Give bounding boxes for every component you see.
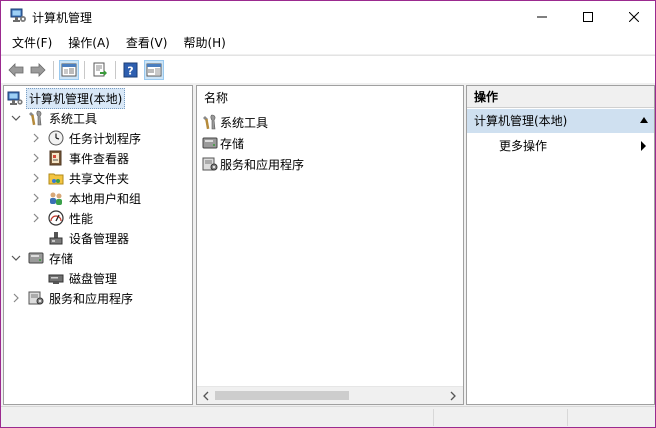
tree-item-label: 存储 bbox=[49, 251, 74, 266]
chevron-right-icon[interactable] bbox=[31, 213, 41, 223]
back-arrow-icon bbox=[8, 63, 24, 77]
chevron-right-icon[interactable] bbox=[31, 153, 41, 163]
list-item-label: 系统工具 bbox=[220, 115, 269, 130]
actions-section-title: 计算机管理(本地) bbox=[474, 114, 568, 128]
services-applications-icon bbox=[202, 156, 218, 172]
tree-root-label: 计算机管理(本地) bbox=[26, 87, 126, 109]
toolbar-separator bbox=[115, 61, 116, 79]
console-tree-pane[interactable]: 计算机管理(本地) 系统工具 任务计划程序 事件查看器 共享文件夹 本地用户和组… bbox=[3, 85, 193, 405]
menu-bar: 文件(F) 操作(A) 查看(V) 帮助(H) bbox=[1, 32, 655, 54]
device-manager-icon bbox=[48, 230, 64, 246]
scroll-left-icon[interactable] bbox=[200, 390, 212, 402]
tree-item-task-scheduler[interactable]: 任务计划程序 bbox=[31, 128, 219, 148]
help-icon: ? bbox=[123, 62, 138, 78]
tree-item-label: 事件查看器 bbox=[69, 151, 130, 166]
performance-icon bbox=[48, 210, 64, 226]
clock-icon bbox=[48, 130, 64, 146]
window-title: 计算机管理 bbox=[32, 11, 93, 25]
title-bar: 计算机管理 bbox=[1, 1, 655, 32]
show-hide-action-pane-button[interactable] bbox=[144, 60, 164, 80]
system-tools-icon bbox=[202, 114, 218, 130]
status-cell bbox=[433, 409, 567, 426]
menu-file[interactable]: 文件(F) bbox=[6, 32, 58, 54]
list-item-label: 存储 bbox=[220, 136, 245, 151]
menu-help[interactable]: 帮助(H) bbox=[177, 32, 231, 54]
computer-management-icon bbox=[7, 90, 23, 106]
chevron-right-icon[interactable] bbox=[31, 193, 41, 203]
tree-item-label: 任务计划程序 bbox=[69, 131, 142, 146]
tree-item-label: 系统工具 bbox=[49, 111, 98, 126]
tree-item-label: 本地用户和组 bbox=[69, 191, 142, 206]
menu-action[interactable]: 操作(A) bbox=[62, 32, 116, 54]
results-list-pane[interactable]: 名称 系统工具 存储 服务和应用程序 bbox=[196, 85, 464, 405]
storage-icon bbox=[202, 135, 218, 151]
scroll-right-icon[interactable] bbox=[447, 390, 459, 402]
show-hide-action-pane-icon bbox=[146, 63, 162, 77]
system-tools-icon bbox=[28, 110, 44, 126]
tree-item-services-applications[interactable]: 服务和应用程序 bbox=[11, 288, 199, 308]
tree-item-storage[interactable]: 存储 bbox=[11, 248, 199, 268]
computer-management-icon bbox=[10, 8, 27, 24]
chevron-down-icon[interactable] bbox=[11, 113, 21, 123]
tree-item-performance[interactable]: 性能 bbox=[31, 208, 219, 228]
submenu-arrow-icon[interactable] bbox=[641, 141, 646, 151]
status-cell bbox=[567, 409, 655, 426]
tree-item-label: 设备管理器 bbox=[69, 231, 130, 246]
collapse-up-icon[interactable] bbox=[640, 117, 648, 123]
tree-item-shared-folders[interactable]: 共享文件夹 bbox=[31, 168, 219, 188]
minimize-button[interactable] bbox=[519, 1, 565, 32]
forward-arrow-icon bbox=[30, 63, 46, 77]
tree-item-device-manager[interactable]: 设备管理器 bbox=[31, 228, 219, 248]
toolbar: ? bbox=[1, 55, 655, 83]
chevron-right-icon[interactable] bbox=[31, 133, 41, 143]
chevron-right-icon[interactable] bbox=[11, 293, 21, 303]
tree-item-disk-management[interactable]: 磁盘管理 bbox=[31, 268, 219, 288]
export-list-icon bbox=[93, 62, 107, 77]
horizontal-scrollbar[interactable] bbox=[197, 386, 463, 404]
scrollbar-thumb[interactable] bbox=[215, 391, 349, 400]
tree-item-label: 性能 bbox=[69, 211, 94, 226]
tree-item-system-tools[interactable]: 系统工具 bbox=[11, 108, 199, 128]
name-column-header[interactable]: 名称 bbox=[197, 86, 463, 110]
show-hide-console-tree-button[interactable] bbox=[59, 60, 79, 80]
export-list-button[interactable] bbox=[90, 60, 110, 80]
tree-root-computer-management[interactable]: 计算机管理(本地) bbox=[7, 87, 195, 109]
tree-item-label: 服务和应用程序 bbox=[49, 291, 134, 306]
chevron-right-icon[interactable] bbox=[31, 173, 41, 183]
chevron-down-icon[interactable] bbox=[11, 253, 21, 263]
tree-item-event-viewer[interactable]: 事件查看器 bbox=[31, 148, 219, 168]
tree-item-label: 共享文件夹 bbox=[69, 171, 130, 186]
help-button[interactable]: ? bbox=[121, 60, 141, 80]
services-applications-icon bbox=[28, 290, 44, 306]
forward-button[interactable] bbox=[28, 60, 48, 80]
actions-section-computer-management[interactable]: 计算机管理(本地) bbox=[467, 109, 654, 133]
back-button[interactable] bbox=[6, 60, 26, 80]
close-button[interactable] bbox=[611, 1, 655, 32]
menu-view[interactable]: 查看(V) bbox=[120, 32, 174, 54]
actions-pane: 操作 计算机管理(本地) 更多操作 bbox=[466, 85, 655, 405]
list-item-label: 服务和应用程序 bbox=[220, 157, 305, 172]
actions-header: 操作 bbox=[467, 86, 654, 108]
tree-item-local-users-groups[interactable]: 本地用户和组 bbox=[31, 188, 219, 208]
event-viewer-icon bbox=[48, 150, 64, 166]
list-item-storage[interactable]: 存储 bbox=[202, 133, 244, 153]
maximize-button[interactable] bbox=[565, 1, 611, 32]
more-actions-item[interactable]: 更多操作 bbox=[499, 136, 547, 156]
show-hide-console-tree-icon bbox=[61, 63, 77, 77]
list-item-system-tools[interactable]: 系统工具 bbox=[202, 112, 268, 132]
tree-item-label: 磁盘管理 bbox=[69, 271, 118, 286]
toolbar-separator bbox=[53, 61, 54, 79]
disk-management-icon bbox=[48, 270, 64, 286]
storage-icon bbox=[28, 250, 44, 266]
list-item-services-applications[interactable]: 服务和应用程序 bbox=[202, 154, 304, 174]
toolbar-separator bbox=[84, 61, 85, 79]
computer-management-window: 计算机管理 文件(F) 操作(A) 查看(V) 帮助(H) ? 计算机管理(本地… bbox=[0, 0, 656, 428]
shared-folder-icon bbox=[48, 170, 64, 186]
svg-text:?: ? bbox=[127, 65, 133, 78]
users-group-icon bbox=[48, 190, 64, 206]
status-bar bbox=[1, 406, 655, 427]
